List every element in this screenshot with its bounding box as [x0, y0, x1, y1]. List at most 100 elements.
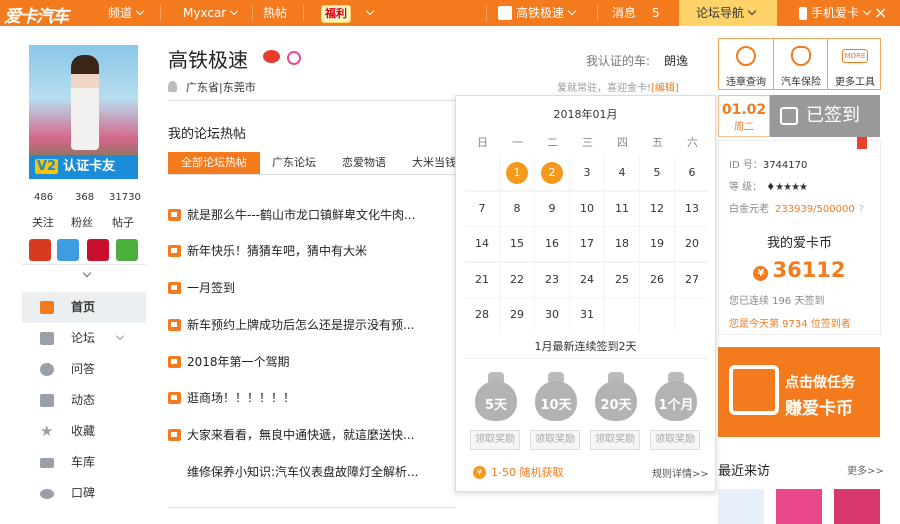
- sidebar-item-reputation[interactable]: 口碑: [22, 478, 146, 509]
- post-title[interactable]: 就是那么牛---鹤山市龙口镇鲜卑文化牛肉...: [187, 208, 415, 222]
- close-icon[interactable]: ×: [868, 0, 893, 26]
- signed-label: 已签到: [806, 105, 860, 126]
- tool-violation[interactable]: 违章查询: [719, 39, 773, 89]
- calendar-day[interactable]: 23: [535, 262, 569, 297]
- chevron-down-icon: [747, 6, 757, 16]
- post-item[interactable]: 逛商场！！！！！！: [168, 389, 295, 407]
- stat-posts-label[interactable]: 帖子: [112, 214, 134, 230]
- post-item[interactable]: 就是那么牛---鹤山市龙口镇鲜卑文化牛肉...: [168, 206, 415, 224]
- expand-toggle[interactable]: [22, 264, 146, 284]
- tab-rice[interactable]: 大米当钱: [412, 152, 456, 174]
- sidebar-item-home[interactable]: 首页: [22, 292, 146, 323]
- calendar-day[interactable]: 10: [570, 191, 604, 226]
- sidebar-item-feed[interactable]: 动态: [22, 385, 146, 416]
- stat-fans-label[interactable]: 粉丝: [71, 214, 93, 230]
- calendar-day[interactable]: 4: [605, 156, 639, 190]
- messages-link[interactable]: 消息 5: [606, 0, 666, 26]
- post-item[interactable]: 一月签到: [168, 279, 235, 297]
- calendar-day[interactable]: 11: [605, 191, 639, 226]
- sidebar-item-qa[interactable]: 问答: [22, 354, 146, 385]
- nav-hot-posts[interactable]: 热帖: [257, 0, 293, 26]
- task-banner[interactable]: 点击做任务 赚爱卡币: [718, 347, 880, 437]
- calendar-day[interactable]: 22: [500, 262, 534, 297]
- calendar-day[interactable]: 1: [500, 156, 534, 190]
- medal-icon[interactable]: [57, 239, 79, 261]
- site-logo[interactable]: 爱卡汽车: [4, 2, 69, 27]
- post-item[interactable]: 新年快乐！猜猜车吧，猜中有大米: [168, 242, 367, 260]
- profile-avatar[interactable]: V2 认证卡友: [29, 45, 138, 179]
- calendar-weekday: 日: [477, 136, 488, 149]
- edit-motto-link[interactable]: [编辑]: [651, 83, 679, 94]
- tab-all-forum[interactable]: 全部论坛热帖: [168, 152, 260, 174]
- calendar-day[interactable]: 28: [465, 298, 499, 332]
- calendar-day[interactable]: 21: [465, 262, 499, 297]
- social-icon[interactable]: [287, 51, 301, 65]
- sidebar-item-favorites[interactable]: ★ 收藏: [22, 416, 146, 447]
- calendar-day[interactable]: 15: [500, 227, 534, 261]
- sidebar-item-garage[interactable]: 车库: [22, 447, 146, 478]
- avatar-figure: [71, 55, 99, 150]
- calendar-day[interactable]: 18: [605, 227, 639, 261]
- nav-welfare[interactable]: 福利: [315, 0, 379, 26]
- calendar-day[interactable]: 9: [535, 191, 569, 226]
- post-title[interactable]: 维修保养小知识:汽车仪表盘故障灯全解析...: [187, 465, 419, 479]
- calendar-day[interactable]: 8: [500, 191, 534, 226]
- post-item[interactable]: 新车预约上牌成功后怎么还是提示没有预...: [168, 316, 414, 334]
- claim-reward-button[interactable]: 领取奖励: [590, 430, 640, 450]
- post-title[interactable]: 2018年第一个驾期: [187, 355, 290, 369]
- visitor-avatar[interactable]: [718, 489, 764, 524]
- visitor-avatar[interactable]: [834, 489, 880, 524]
- calendar-day[interactable]: 19: [640, 227, 674, 261]
- tool-insurance[interactable]: 汽车保险: [774, 39, 828, 89]
- calendar-day[interactable]: 29: [500, 298, 534, 332]
- mobile-app-link[interactable]: 手机爱卡: [793, 0, 876, 26]
- tab-guangdong[interactable]: 广东论坛: [272, 152, 316, 174]
- post-title[interactable]: 大家来看看，無良中通快遞，就這麼送快...: [187, 428, 414, 442]
- nav-myxcar[interactable]: Myxcar: [177, 0, 243, 26]
- forum-nav-menu[interactable]: 论坛导航: [679, 0, 777, 26]
- weibo-icon[interactable]: [263, 50, 280, 63]
- claim-reward-button[interactable]: 领取奖励: [650, 430, 700, 450]
- post-title[interactable]: 一月签到: [187, 281, 235, 295]
- post-title[interactable]: 新年快乐！猜猜车吧，猜中有大米: [187, 244, 367, 258]
- tab-love[interactable]: 恋爱物语: [342, 152, 386, 174]
- signed-button[interactable]: 已签到: [770, 95, 880, 137]
- calendar-day[interactable]: 13: [675, 191, 709, 226]
- stat-following-label[interactable]: 关注: [32, 214, 54, 230]
- calendar-day[interactable]: 26: [640, 262, 674, 297]
- calendar-day[interactable]: 27: [675, 262, 709, 297]
- calendar-day[interactable]: 31: [570, 298, 604, 332]
- user-menu[interactable]: 高铁极速: [492, 0, 581, 26]
- visitor-avatar[interactable]: [776, 489, 822, 524]
- post-title[interactable]: 新车预约上牌成功后怎么还是提示没有预...: [187, 318, 414, 332]
- calendar-day[interactable]: 3: [570, 156, 604, 190]
- claim-reward-button[interactable]: 领取奖励: [470, 430, 520, 450]
- help-icon[interactable]: ?: [859, 204, 864, 215]
- claim-reward-button[interactable]: 领取奖励: [530, 430, 580, 450]
- calendar-day[interactable]: 20: [675, 227, 709, 261]
- sidebar-item-forum[interactable]: 论坛: [22, 323, 146, 354]
- calendar-day[interactable]: 6: [675, 156, 709, 190]
- recent-more-link[interactable]: 更多>>: [847, 462, 884, 477]
- calendar-day[interactable]: 17: [570, 227, 604, 261]
- calendar-day[interactable]: 14: [465, 227, 499, 261]
- calendar-day[interactable]: 5: [640, 156, 674, 190]
- post-item[interactable]: 2018年第一个驾期: [168, 353, 290, 371]
- calendar-day[interactable]: 24: [570, 262, 604, 297]
- medal-icon[interactable]: [116, 239, 138, 261]
- cert-car-name[interactable]: 朗逸: [664, 54, 688, 68]
- rules-link[interactable]: 规则详情>>: [652, 465, 709, 480]
- calendar-day[interactable]: 7: [465, 191, 499, 226]
- medal-icon[interactable]: [29, 239, 51, 261]
- calendar-day[interactable]: 25: [605, 262, 639, 297]
- calendar-day[interactable]: 30: [535, 298, 569, 332]
- post-title[interactable]: 逛商场！！！！！！: [187, 391, 295, 405]
- medal-icon[interactable]: [87, 239, 109, 261]
- nav-channels[interactable]: 频道: [102, 0, 149, 26]
- calendar-day[interactable]: 16: [535, 227, 569, 261]
- tool-more[interactable]: MORE 更多工具: [828, 39, 882, 89]
- calendar-day[interactable]: 12: [640, 191, 674, 226]
- calendar-day[interactable]: 2: [535, 156, 569, 190]
- post-item[interactable]: 维修保养小知识:汽车仪表盘故障灯全解析...: [168, 463, 419, 481]
- post-item[interactable]: 大家来看看，無良中通快遞，就這麼送快...: [168, 426, 414, 444]
